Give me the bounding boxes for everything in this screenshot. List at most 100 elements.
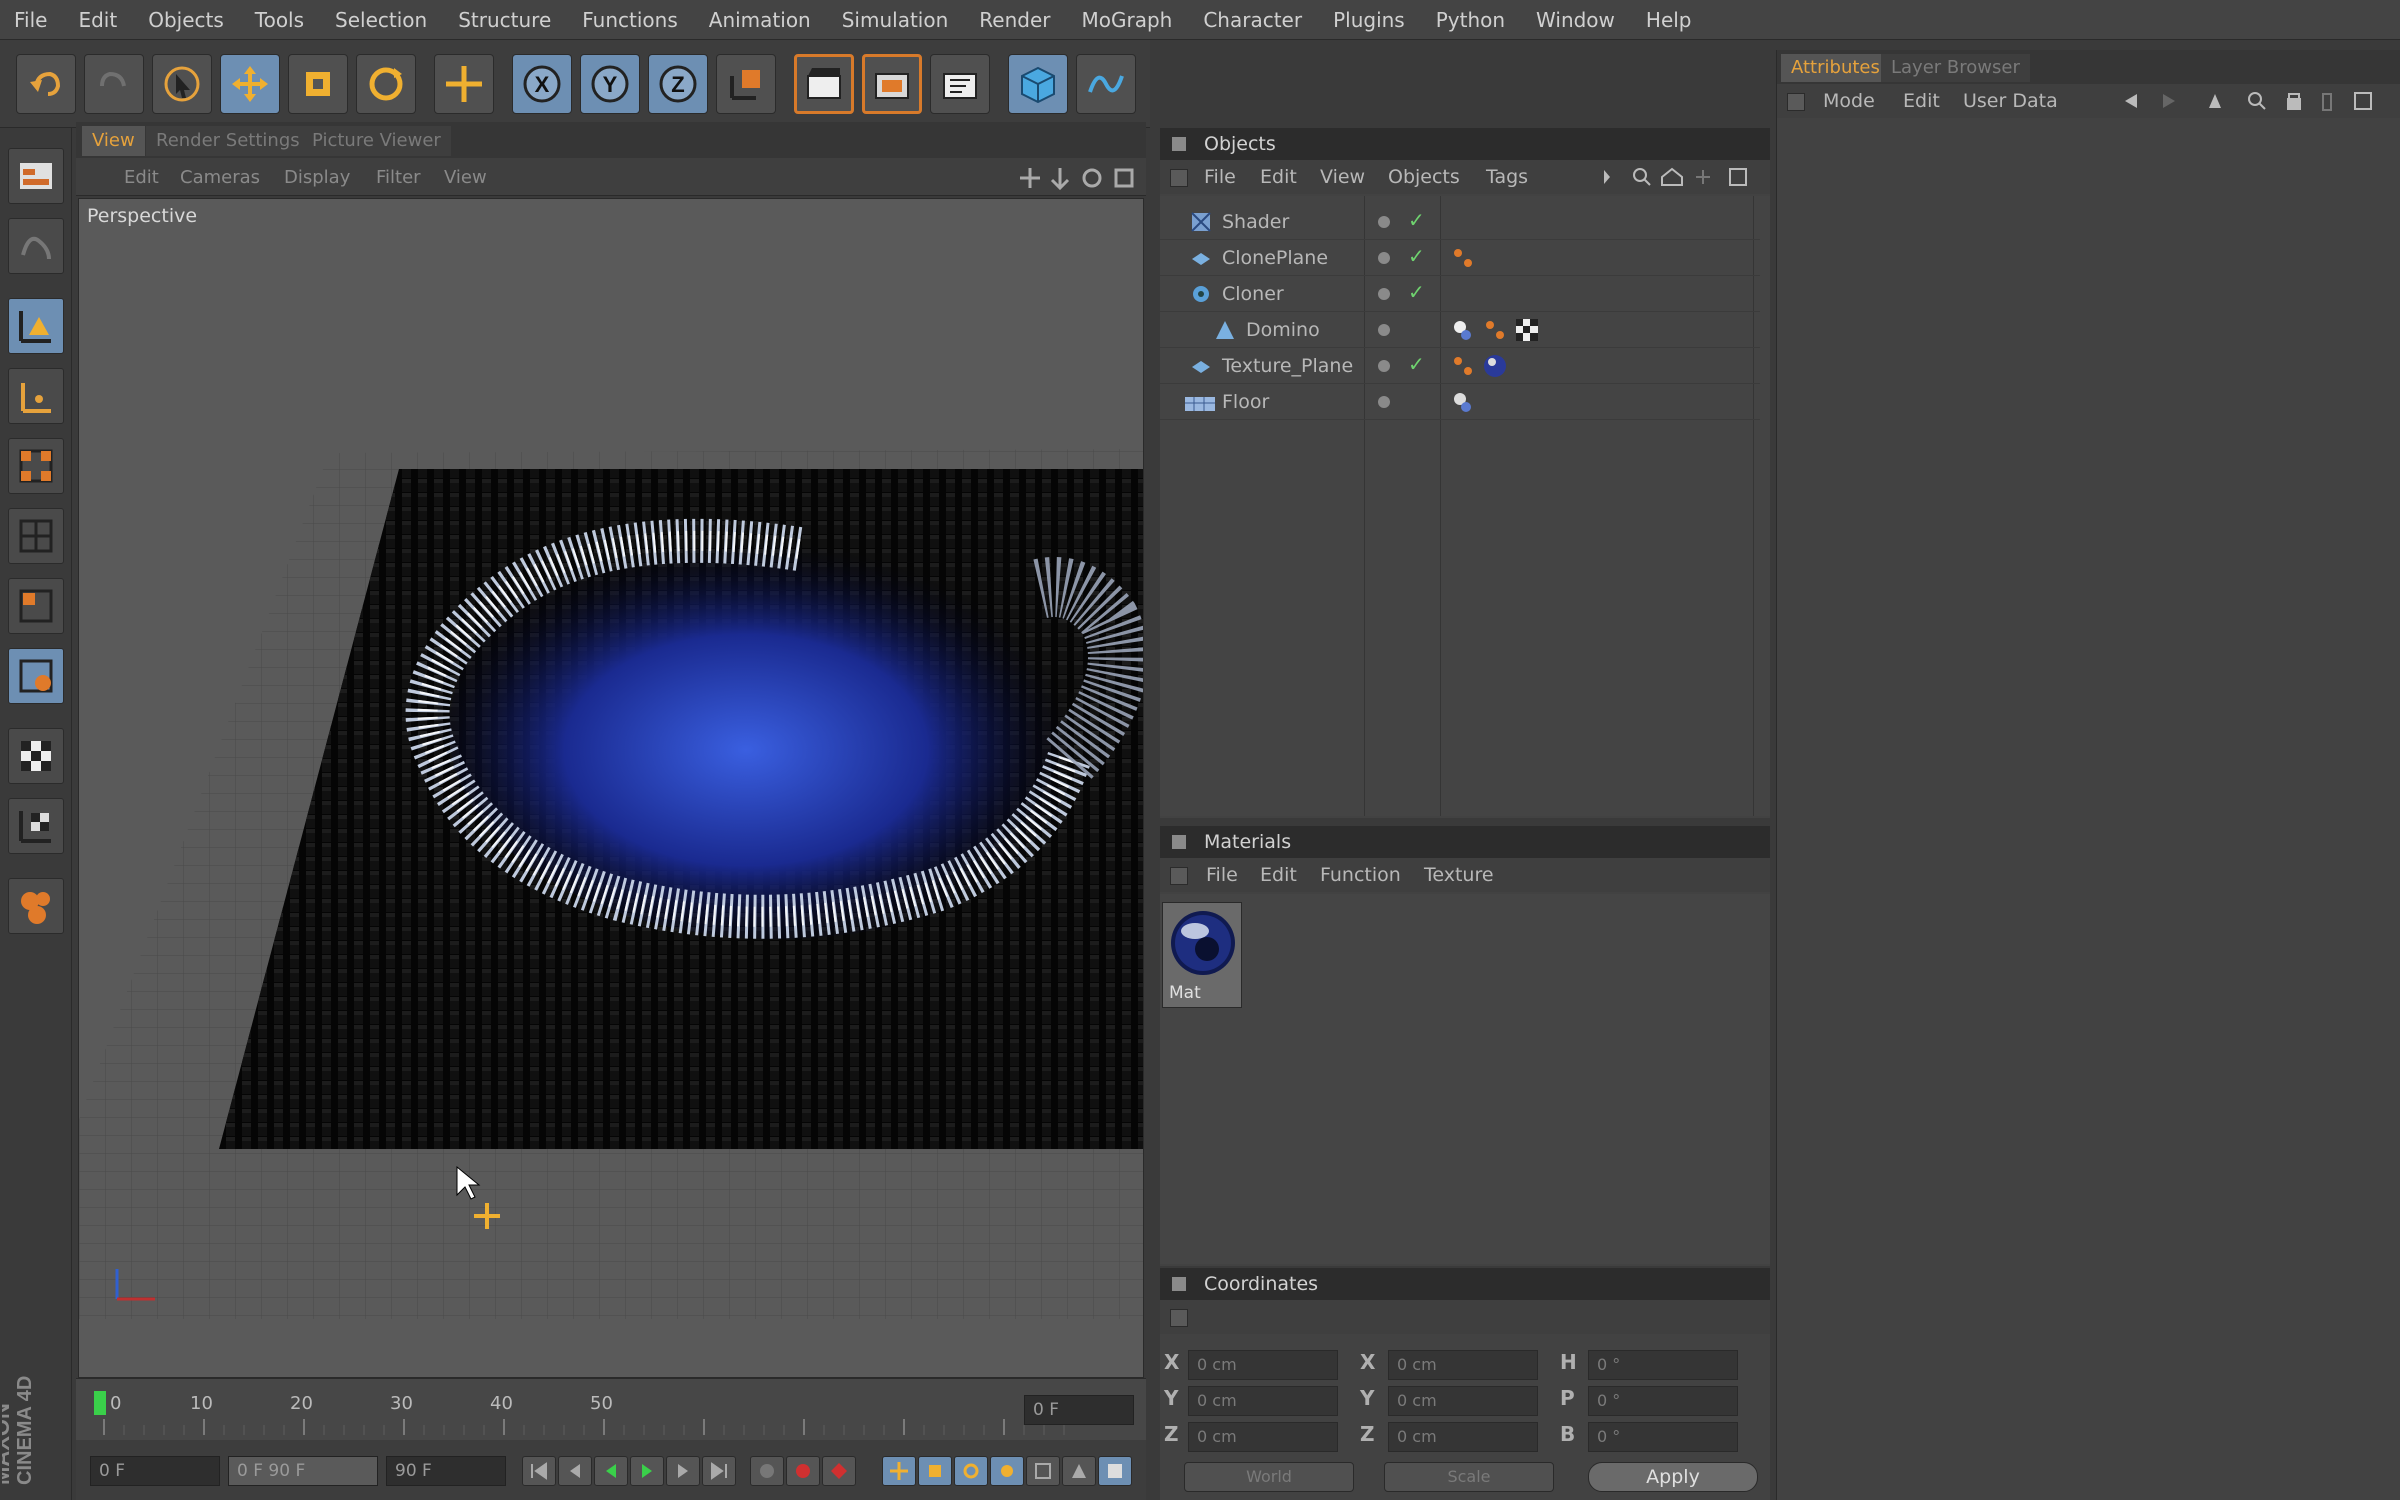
material-tag-icon[interactable] xyxy=(1482,353,1508,379)
texture-axis-icon[interactable] xyxy=(8,798,64,854)
viewport-menu-view[interactable]: View xyxy=(444,167,487,188)
rotate-icon[interactable] xyxy=(356,54,416,114)
attributes-menu-edit[interactable]: Edit xyxy=(1903,84,1940,118)
mograph-tag-icon[interactable] xyxy=(1450,353,1476,379)
tab-view[interactable]: View xyxy=(82,126,145,156)
object-row-shader[interactable]: Shader ✓ xyxy=(1160,204,1760,240)
viewport-menu-edit[interactable]: Edit xyxy=(124,167,159,188)
objects-menu-objects[interactable]: Objects xyxy=(1388,160,1460,194)
menu-plugins[interactable]: Plugins xyxy=(1333,8,1405,32)
enabled-check-icon[interactable]: ✓ xyxy=(1408,280,1425,304)
render-view-icon[interactable] xyxy=(794,54,854,114)
viewport-menu-display[interactable]: Display xyxy=(284,167,350,188)
visibility-dot[interactable] xyxy=(1378,252,1390,264)
polygons-mode-icon[interactable] xyxy=(8,578,64,634)
menu-help[interactable]: Help xyxy=(1646,8,1692,32)
object-row-cloner[interactable]: Cloner ✓ xyxy=(1160,276,1760,312)
x-axis-lock-icon[interactable]: X xyxy=(512,54,572,114)
tab-picture-viewer[interactable]: Picture Viewer xyxy=(302,126,451,156)
play-backwards-icon[interactable] xyxy=(594,1456,628,1486)
scale-icon[interactable] xyxy=(288,54,348,114)
viewport-nav-icons[interactable] xyxy=(1020,166,1140,190)
y-axis-lock-icon[interactable]: Y xyxy=(580,54,640,114)
menu-python[interactable]: Python xyxy=(1436,8,1505,32)
menu-window[interactable]: Window xyxy=(1536,8,1615,32)
next-frame-icon[interactable] xyxy=(666,1456,700,1486)
visibility-dot[interactable] xyxy=(1378,360,1390,372)
phong-tag-icon[interactable] xyxy=(1450,317,1476,343)
edit-render-settings-icon[interactable] xyxy=(930,54,990,114)
key-pla-icon[interactable] xyxy=(1026,1456,1060,1486)
previous-frame-icon[interactable] xyxy=(558,1456,592,1486)
keyframe-selection-icon[interactable] xyxy=(822,1456,856,1486)
menu-edit[interactable]: Edit xyxy=(78,8,117,32)
tab-layer-browser[interactable]: Layer Browser xyxy=(1881,54,2030,82)
objects-toolbar-icons[interactable] xyxy=(1600,166,1764,188)
enabled-check-icon[interactable]: ✓ xyxy=(1408,244,1425,268)
rot-p-field[interactable]: 0 ° xyxy=(1588,1386,1738,1416)
points-mode-icon[interactable] xyxy=(8,438,64,494)
live-selection-icon[interactable] xyxy=(152,54,212,114)
menu-file[interactable]: File xyxy=(14,8,47,32)
menu-selection[interactable]: Selection xyxy=(335,8,427,32)
start-frame-field[interactable]: 0 F xyxy=(90,1456,220,1486)
menu-character[interactable]: Character xyxy=(1203,8,1302,32)
objects-menu-tags[interactable]: Tags xyxy=(1486,160,1528,194)
layout-icon[interactable] xyxy=(8,148,64,204)
perspective-viewport[interactable]: Perspective xyxy=(78,198,1144,1378)
pos-x-field[interactable]: 0 cm xyxy=(1188,1350,1338,1380)
z-axis-lock-icon[interactable]: Z xyxy=(648,54,708,114)
key-scale-icon[interactable] xyxy=(918,1456,952,1486)
frame-range-slider[interactable]: 0 F 90 F xyxy=(228,1456,378,1486)
size-mode-select[interactable]: Scale xyxy=(1384,1462,1554,1492)
phong-tag-icon[interactable] xyxy=(1450,389,1476,415)
size-z-field[interactable]: 0 cm xyxy=(1388,1422,1538,1452)
menu-render[interactable]: Render xyxy=(979,8,1050,32)
object-row-cloneplane[interactable]: ClonePlane ✓ xyxy=(1160,240,1760,276)
attributes-menu-user-data[interactable]: User Data xyxy=(1963,84,2058,118)
sculpt-icon[interactable] xyxy=(8,218,64,274)
visibility-dot[interactable] xyxy=(1378,324,1390,336)
object-row-domino[interactable]: Domino xyxy=(1160,312,1760,348)
objects-menu-file[interactable]: File xyxy=(1204,160,1236,194)
model-mode-icon[interactable] xyxy=(8,298,64,354)
object-row-texture-plane[interactable]: Texture_Plane ✓ xyxy=(1160,348,1760,384)
rot-h-field[interactable]: 0 ° xyxy=(1588,1350,1738,1380)
menu-objects[interactable]: Objects xyxy=(148,8,224,32)
apply-button[interactable]: Apply xyxy=(1588,1462,1758,1492)
cube-primitive-icon[interactable] xyxy=(1008,54,1068,114)
uvw-mode-icon[interactable] xyxy=(8,648,64,704)
key-mode-icon[interactable] xyxy=(1062,1456,1096,1486)
menu-tools[interactable]: Tools xyxy=(255,8,304,32)
checker-icon[interactable] xyxy=(8,728,64,784)
material-swatch[interactable]: Mat xyxy=(1162,902,1242,1008)
autokey-icon[interactable] xyxy=(786,1456,820,1486)
visibility-dot[interactable] xyxy=(1378,396,1390,408)
materials-menu-edit[interactable]: Edit xyxy=(1260,858,1297,892)
viewport-menu-cameras[interactable]: Cameras xyxy=(180,167,260,188)
timeline-settings-icon[interactable] xyxy=(1098,1456,1132,1486)
materials-menu-texture[interactable]: Texture xyxy=(1424,858,1494,892)
move-icon[interactable] xyxy=(220,54,280,114)
mograph-tag-icon[interactable] xyxy=(1450,245,1476,271)
current-frame-field[interactable]: 0 F xyxy=(1024,1395,1134,1425)
viewport-menu-filter[interactable]: Filter xyxy=(376,167,421,188)
playhead[interactable] xyxy=(94,1391,106,1415)
record-keys-icon[interactable] xyxy=(750,1456,784,1486)
spline-icon[interactable] xyxy=(1076,54,1136,114)
undo-icon[interactable] xyxy=(16,54,76,114)
objects-menu-view[interactable]: View xyxy=(1320,160,1365,194)
mograph-tag-icon[interactable] xyxy=(1482,317,1508,343)
edges-mode-icon[interactable] xyxy=(8,508,64,564)
key-parameter-icon[interactable] xyxy=(990,1456,1024,1486)
object-row-floor[interactable]: Floor xyxy=(1160,384,1760,420)
menu-simulation[interactable]: Simulation xyxy=(842,8,949,32)
size-x-field[interactable]: 0 cm xyxy=(1388,1350,1538,1380)
menu-mograph[interactable]: MoGraph xyxy=(1081,8,1172,32)
enabled-check-icon[interactable]: ✓ xyxy=(1408,208,1425,232)
end-frame-field[interactable]: 90 F xyxy=(386,1456,506,1486)
texture-tag-icon[interactable] xyxy=(1514,317,1540,343)
go-to-start-icon[interactable] xyxy=(522,1456,556,1486)
coordinate-mode-select[interactable]: World xyxy=(1184,1462,1354,1492)
visibility-dot[interactable] xyxy=(1378,216,1390,228)
